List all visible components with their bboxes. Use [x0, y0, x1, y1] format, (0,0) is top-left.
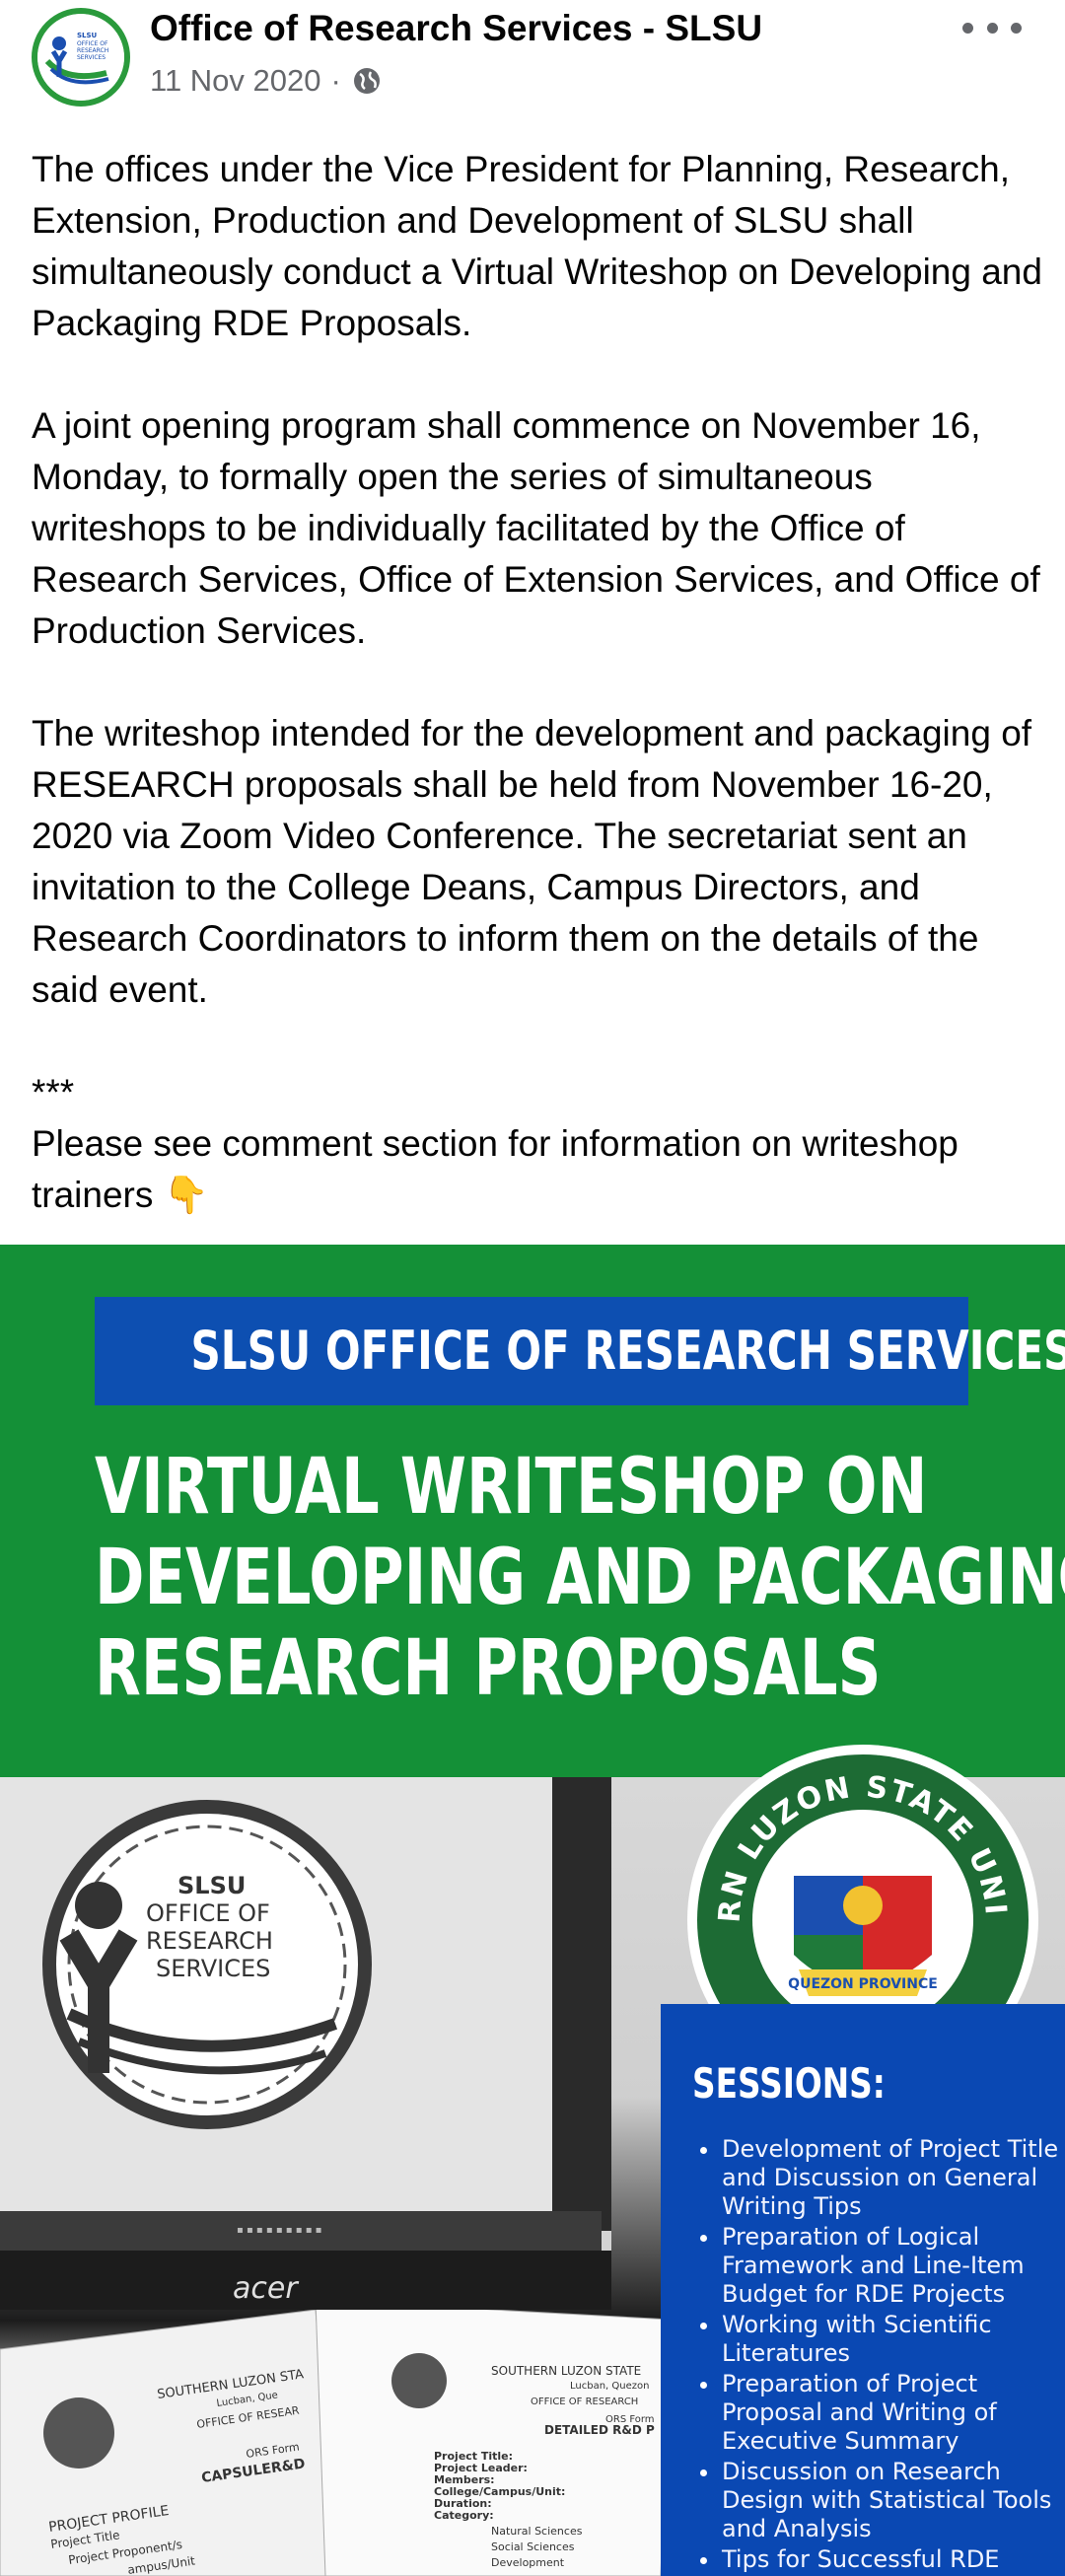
- post-header: SLSU OFFICE OF RESEARCH SERVICES Office …: [0, 0, 1065, 128]
- svg-text:RESEARCH: RESEARCH: [77, 47, 108, 54]
- ors-logo-icon: SLSU OFFICE OF RESEARCH SERVICES: [37, 14, 124, 101]
- svg-text:Development: Development: [491, 2556, 565, 2569]
- headline-line: DEVELOPING AND PACKAGING: [95, 1534, 1065, 1622]
- page-name[interactable]: Office of Research Services - SLSU: [150, 8, 762, 49]
- svg-text:RESEARCH: RESEARCH: [146, 1927, 273, 1955]
- svg-text:Social Sciences: Social Sciences: [491, 2540, 575, 2553]
- sessions-list: Development of Project Title and Discuss…: [692, 2135, 1065, 2576]
- svg-text:Lucban, Quezon: Lucban, Quezon: [570, 2381, 649, 2392]
- headline-line: RESEARCH PROPOSALS: [95, 1624, 882, 1713]
- svg-text:SERVICES: SERVICES: [77, 54, 106, 61]
- svg-text:OFFICE OF RESEARCH: OFFICE OF RESEARCH: [531, 2397, 638, 2407]
- svg-text:SERVICES: SERVICES: [156, 1955, 270, 1982]
- sessions-title: SESSIONS:: [692, 2059, 886, 2108]
- post-paragraph: The offices under the Vice President for…: [32, 149, 1042, 343]
- svg-text:Natural Sciences: Natural Sciences: [491, 2525, 583, 2538]
- post-paragraph: Please see comment section for informati…: [32, 1123, 958, 1215]
- svg-text:Category:: Category:: [434, 2509, 494, 2522]
- sessions-panel: SESSIONS: Development of Project Title a…: [661, 2004, 1065, 2576]
- session-item: Development of Project Title and Discuss…: [692, 2135, 1065, 2221]
- image-headline: VIRTUAL WRITESHOP ON DEVELOPING AND PACK…: [95, 1442, 1065, 1714]
- banner-text: SLSU OFFICE OF RESEARCH SERVICES: [190, 1320, 1065, 1382]
- svg-text:SLSU: SLSU: [178, 1872, 246, 1899]
- image-banner: SLSU OFFICE OF RESEARCH SERVICES: [95, 1297, 1065, 1405]
- post-date[interactable]: 11 Nov 2020: [150, 63, 321, 99]
- session-item: Working with Scientific Literatures: [692, 2311, 1065, 2368]
- session-item: Preparation of Project Proposal and Writ…: [692, 2370, 1065, 2456]
- svg-text:QUEZON PROVINCE: QUEZON PROVINCE: [788, 1976, 938, 1992]
- svg-text:DETAILED R&D P: DETAILED R&D P: [544, 2423, 655, 2437]
- document-papers: SOUTHERN LUZON STA Lucban, Que OFFICE OF…: [0, 2310, 672, 2576]
- post-image[interactable]: SLSU OFFICE OF RESEARCH SERVICES VIRTUAL…: [0, 1245, 1065, 2576]
- svg-text:SLSU: SLSU: [77, 32, 98, 39]
- globe-icon: [353, 68, 380, 94]
- svg-text:OFFICE OF: OFFICE OF: [77, 40, 108, 47]
- session-item: Tips for Successful RDE Grant Applicatio…: [692, 2545, 1065, 2576]
- session-item: Discussion on Research Design with Stati…: [692, 2458, 1065, 2543]
- post-text: The offices under the Vice President for…: [32, 144, 1047, 1221]
- post-paragraph: The writeshop intended for the developme…: [32, 713, 1032, 1010]
- svg-text:OFFICE OF: OFFICE OF: [146, 1899, 270, 1927]
- more-options-icon[interactable]: [962, 8, 1022, 47]
- svg-text:▪ ▪ ▪ ▪ ▪ ▪ ▪ ▪ ▪: ▪ ▪ ▪ ▪ ▪ ▪ ▪ ▪ ▪: [237, 2225, 321, 2236]
- monitor-illustration: ▪ ▪ ▪ ▪ ▪ ▪ ▪ ▪ ▪ acer SLSU OFFICE OF RE…: [0, 1777, 611, 2310]
- meta-separator: ·: [330, 63, 341, 98]
- page-avatar[interactable]: SLSU OFFICE OF RESEARCH SERVICES: [32, 8, 130, 107]
- headline-line: VIRTUAL WRITESHOP ON: [95, 1443, 928, 1532]
- post-paragraph: A joint opening program shall commence o…: [32, 405, 1040, 651]
- monitor-brand: acer: [233, 2271, 299, 2306]
- post-meta: 11 Nov 2020 ·: [150, 63, 383, 99]
- session-item: Preparation of Logical Framework and Lin…: [692, 2223, 1065, 2309]
- post-separator-text: ***: [32, 1072, 75, 1112]
- svg-text:SOUTHERN LUZON STATE: SOUTHERN LUZON STATE: [491, 2364, 641, 2378]
